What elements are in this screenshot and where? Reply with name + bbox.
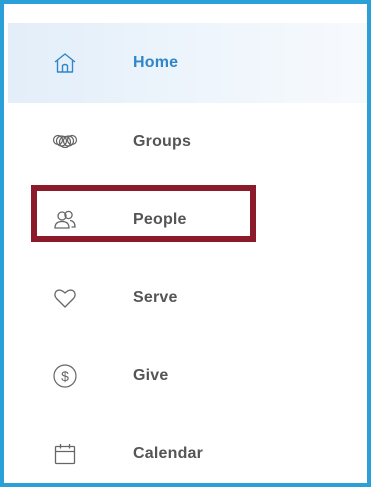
home-icon xyxy=(52,50,78,76)
calendar-icon xyxy=(52,441,78,467)
sidebar-item-calendar[interactable]: Calendar xyxy=(8,415,367,483)
sidebar-item-serve[interactable]: Serve xyxy=(8,259,367,337)
sidebar-item-label: Give xyxy=(133,367,169,384)
screenshot-frame: Home Groups People Serve $ Give Calendar xyxy=(0,0,371,487)
sidebar-item-label: Groups xyxy=(133,133,192,150)
sidebar-nav: Home Groups People Serve $ Give Calendar xyxy=(8,23,367,483)
sidebar-item-give[interactable]: $ Give xyxy=(8,337,367,415)
people-icon xyxy=(52,207,78,233)
sidebar-item-groups[interactable]: Groups xyxy=(8,103,367,181)
sidebar-item-label: Calendar xyxy=(133,445,204,462)
sidebar-item-home[interactable]: Home xyxy=(8,23,367,103)
sidebar-item-label: Home xyxy=(133,54,179,71)
dollar-icon: $ xyxy=(52,363,78,389)
sidebar-item-label: People xyxy=(133,211,187,228)
heart-icon xyxy=(52,285,78,311)
sidebar-item-label: Serve xyxy=(133,289,178,306)
sidebar-item-people[interactable]: People xyxy=(8,181,367,259)
groups-icon xyxy=(52,129,78,155)
svg-text:$: $ xyxy=(61,368,69,384)
